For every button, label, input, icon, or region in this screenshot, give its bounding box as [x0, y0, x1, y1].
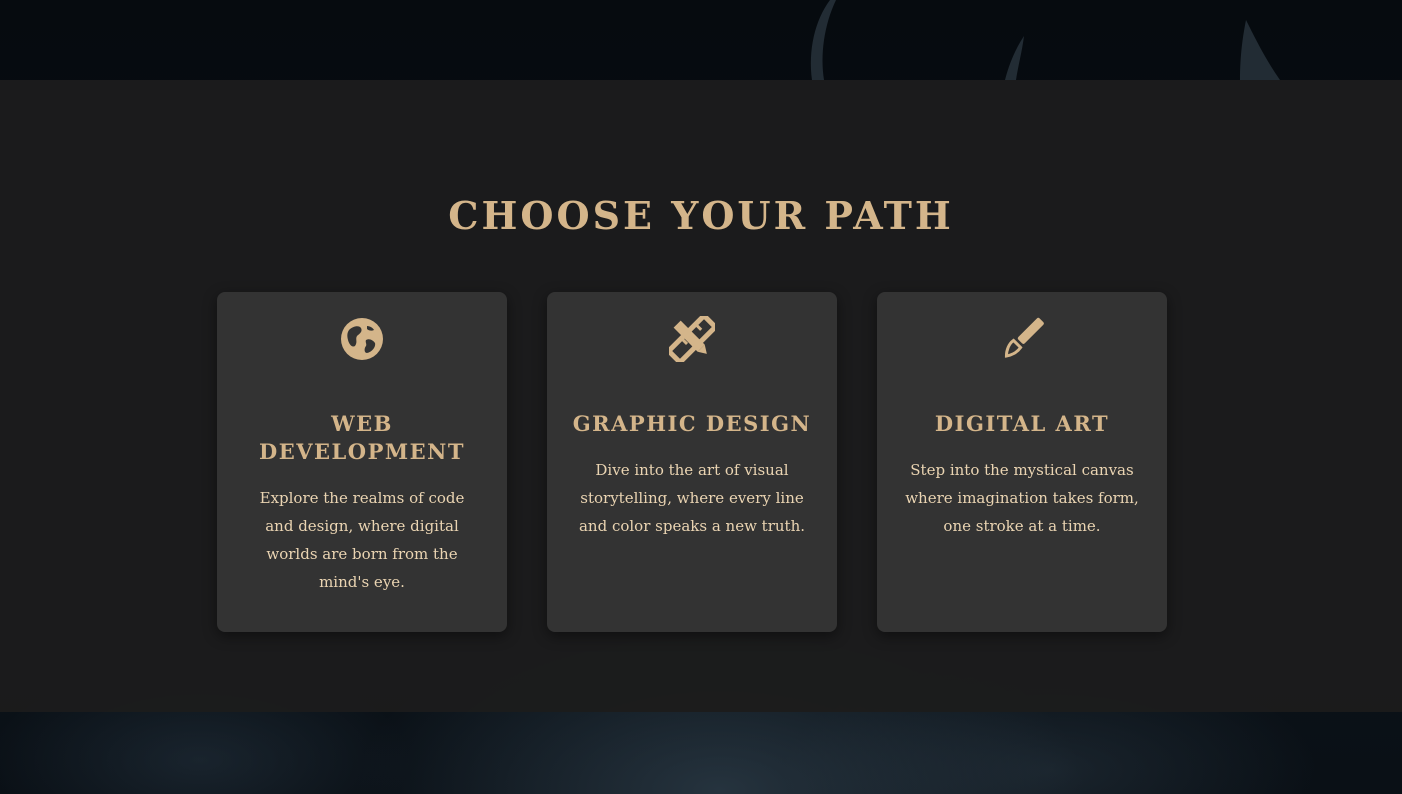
card-description: Explore the realms of code and design, w… [259, 489, 465, 591]
card-digital-art[interactable]: DIGITAL ART Step into the mystical canva… [877, 292, 1167, 632]
globe-icon [217, 316, 507, 362]
card-title: WEB DEVELOPMENT [259, 411, 465, 464]
card-description: Step into the mystical canvas where imag… [905, 461, 1139, 535]
card-title: DIGITAL ART [934, 411, 1110, 436]
card-web-development[interactable]: WEB DEVELOPMENT Explore the realms of co… [217, 292, 507, 632]
card-description: Dive into the art of visual storytelling… [578, 461, 806, 535]
paintbrush-icon [877, 316, 1167, 362]
card-title: GRAPHIC DESIGN [572, 411, 812, 436]
section-title: CHOOSE YOUR PATH [448, 193, 954, 238]
ruler-pencil-icon [547, 316, 837, 362]
card-graphic-design[interactable]: GRAPHIC DESIGN Dive into the art of visu… [547, 292, 837, 632]
